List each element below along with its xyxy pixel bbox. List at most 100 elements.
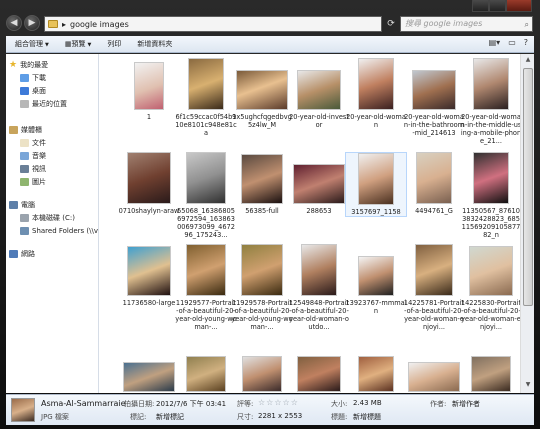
print-button[interactable]: 列印: [107, 39, 121, 49]
refresh-icon[interactable]: ⟳: [384, 16, 398, 32]
file-item[interactable]: 9x5ughcfqgedbvg5z4lw_M: [231, 58, 293, 129]
file-name: 9x5ughcfqgedbvg5z4lw_M: [232, 113, 292, 129]
file-item[interactable]: 11929577-Portrait-of-a-beautiful-20-year…: [175, 244, 237, 331]
file-item[interactable]: 288653: [288, 152, 350, 215]
sidebar-item-computer[interactable]: 電腦: [9, 199, 35, 211]
file-item[interactable]: 20-year-old-investor: [288, 58, 350, 129]
file-item[interactable]: [345, 340, 407, 393]
file-name: 55068_163868056972594_163863006973099_46…: [177, 207, 235, 239]
file-item[interactable]: 4494761_G: [403, 152, 465, 215]
sidebar-item-documents[interactable]: 文件: [20, 137, 46, 149]
disk-icon: [20, 214, 29, 222]
minimize-button[interactable]: [472, 0, 489, 12]
videos-icon: [20, 165, 29, 173]
file-item[interactable]: 1: [118, 58, 180, 121]
rating-label: 評等:: [237, 400, 254, 408]
file-item[interactable]: 11929578-Portrait-of-a-beautiful-20-year…: [231, 244, 293, 331]
file-item[interactable]: [288, 340, 350, 393]
breadcrumb-current[interactable]: google images: [70, 20, 129, 29]
file-item[interactable]: [175, 340, 237, 393]
folder-icon: [48, 20, 58, 28]
sidebar-item-favorites[interactable]: ★ 我的最愛: [9, 59, 48, 71]
sidebar-item-recent[interactable]: 最近的位置: [20, 98, 67, 110]
scroll-down-icon[interactable]: ▼: [523, 381, 533, 391]
file-item[interactable]: 20-year-old-woman-in-the-bathroom-mid_21…: [403, 58, 465, 137]
vertical-scrollbar[interactable]: ▲ ▼: [520, 54, 534, 393]
libraries-icon: [9, 126, 18, 134]
file-thumbnail: [358, 153, 394, 205]
file-item[interactable]: 56385-full: [231, 152, 293, 215]
sidebar-item-network[interactable]: 網路: [9, 248, 35, 260]
preview-label: 預覽: [71, 40, 86, 48]
author-field[interactable]: 新增作者: [452, 399, 480, 409]
help-icon[interactable]: ?: [524, 38, 528, 47]
preview-menu[interactable]: ▦預覽 ▼: [65, 39, 91, 49]
file-item[interactable]: 20-year-old-woman-in-the-middle-using-a-…: [460, 58, 520, 145]
breadcrumb-separator-icon: ▸: [62, 19, 67, 29]
tags-label: 標記:: [130, 413, 147, 421]
rating-stars[interactable]: ☆☆☆☆☆: [258, 398, 299, 407]
file-thumbnail: [127, 152, 171, 204]
address-bar[interactable]: ▸ google images: [44, 16, 382, 32]
file-item[interactable]: 13923767-mmmain: [345, 244, 407, 315]
details-filetype: JPG 檔案: [41, 413, 69, 421]
date-taken-label: 拍攝日期:: [124, 400, 155, 408]
file-item[interactable]: 3157697_1158: [345, 152, 407, 217]
back-button[interactable]: ◀: [6, 15, 22, 31]
file-item[interactable]: 0710shaylyn-araw: [118, 152, 180, 215]
maximize-button[interactable]: [489, 0, 506, 12]
file-thumbnail: [301, 244, 337, 296]
sidebar-item-music[interactable]: 音樂: [20, 150, 46, 162]
file-name: 20-year-old-woman-in-the-bathroom-mid_21…: [403, 113, 465, 137]
preview-pane-icon[interactable]: ▭: [508, 38, 516, 47]
file-thumbnail: [293, 164, 345, 204]
file-item[interactable]: 12549848-Portrait-of-a-beautiful-20-year…: [288, 244, 350, 331]
file-item[interactable]: 11736580-large: [118, 244, 180, 307]
scrollbar-thumb[interactable]: [523, 68, 533, 306]
sidebar-item-pictures[interactable]: 圖片: [20, 176, 46, 188]
scroll-up-icon[interactable]: ▲: [523, 56, 533, 66]
selected-file-thumbnail: [11, 398, 35, 422]
file-thumbnail: [241, 154, 283, 204]
view-options-icon[interactable]: ▤▾: [489, 38, 501, 47]
sidebar-item-shared-folders[interactable]: Shared Folders (\\v: [20, 225, 98, 237]
file-item[interactable]: [118, 340, 180, 393]
tags-field[interactable]: 新增標記: [156, 412, 184, 422]
sidebar-item-desktop[interactable]: 桌面: [20, 85, 46, 97]
navigation-pane: ★ 我的最愛 下載 桌面 最近的位置 媒體櫃 文件 音樂 視訊 圖片 電腦 本機磁…: [6, 54, 99, 393]
sidebar-item-downloads[interactable]: 下載: [20, 72, 46, 84]
new-folder-button[interactable]: 新增資料夾: [137, 39, 172, 49]
sidebar-label: 媒體櫃: [21, 126, 42, 134]
file-item[interactable]: 6f1c59ccac0f54b110e8101c948e81ca: [175, 58, 237, 137]
file-item[interactable]: 14225830-Portrait-of-a-beautiful-20-year…: [460, 244, 520, 331]
file-item[interactable]: [460, 340, 520, 393]
file-name: 11350567_876103832428823_685115692091058…: [461, 207, 520, 239]
file-thumbnail: [127, 246, 171, 296]
file-item[interactable]: 11350567_876103832428823_685115692091058…: [460, 152, 520, 239]
file-thumbnail: [473, 152, 509, 204]
search-icon[interactable]: ⌕: [525, 18, 529, 32]
sidebar-label: 電腦: [21, 201, 35, 209]
organize-menu[interactable]: 組合管理 ▼: [15, 39, 49, 49]
sidebar-item-local-disk[interactable]: 本機磁碟 (C:): [20, 212, 75, 224]
search-input[interactable]: 搜尋 google images ⌕: [400, 16, 533, 32]
sidebar-label: 音樂: [32, 152, 46, 160]
file-item[interactable]: 55068_163868056972594_163863006973099_46…: [175, 152, 237, 239]
file-item[interactable]: 20-year-old-woman: [345, 58, 407, 129]
sidebar-item-videos[interactable]: 視訊: [20, 163, 46, 175]
file-name: 288653: [306, 207, 332, 215]
sidebar-label: 圖片: [32, 178, 46, 186]
sidebar-label: 網路: [21, 250, 35, 258]
pictures-icon: [20, 178, 29, 186]
file-thumbnail: [358, 356, 394, 392]
file-item[interactable]: [403, 340, 465, 393]
close-button[interactable]: [506, 0, 532, 12]
forward-button[interactable]: ▶: [24, 15, 40, 31]
file-name: 14225781-Portrait-of-a-beautiful-20-year…: [403, 299, 465, 331]
file-item[interactable]: 14225781-Portrait-of-a-beautiful-20-year…: [403, 244, 465, 331]
details-filename: Asma-Al-Sammarraie: [41, 399, 126, 408]
sidebar-item-libraries[interactable]: 媒體櫃: [9, 124, 42, 136]
file-thumbnail: [186, 152, 226, 204]
title-field[interactable]: 新增標題: [353, 412, 381, 422]
file-item[interactable]: [231, 340, 293, 393]
